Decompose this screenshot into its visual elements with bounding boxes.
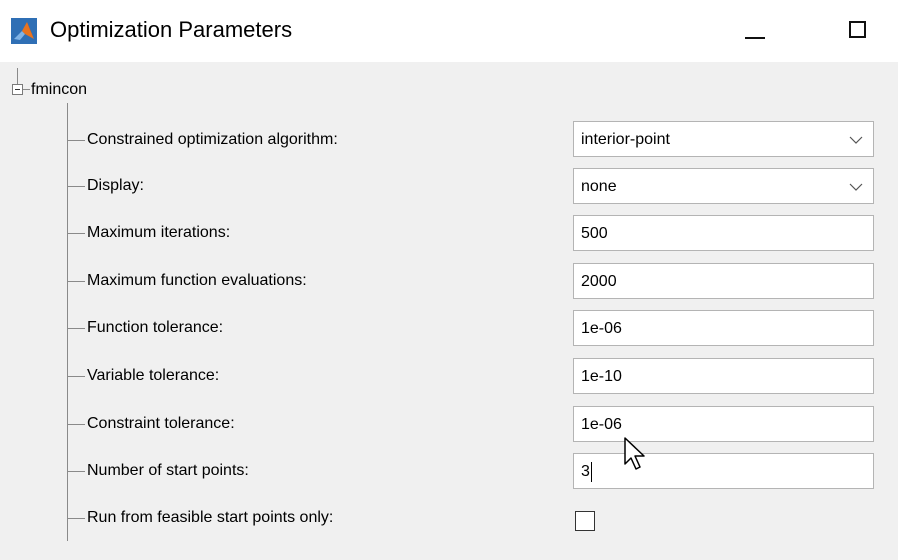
matlab-icon bbox=[11, 18, 37, 44]
max-function-evaluations-input[interactable]: 2000 bbox=[573, 263, 874, 299]
tree-branch bbox=[67, 424, 85, 425]
tree-branch bbox=[67, 518, 85, 519]
feasible-start-points-label: Run from feasible start points only: bbox=[87, 509, 334, 526]
display-select[interactable]: none bbox=[573, 168, 874, 204]
tree-branch bbox=[67, 376, 85, 377]
mouse-pointer-icon bbox=[624, 437, 645, 470]
max-function-evaluations-label: Maximum function evaluations: bbox=[87, 272, 307, 289]
tree-connector bbox=[23, 89, 30, 90]
tree-branch bbox=[67, 281, 85, 282]
function-tolerance-input[interactable]: 1e-06 bbox=[573, 310, 874, 346]
algorithm-select[interactable]: interior-point bbox=[573, 121, 874, 157]
algorithm-select-value: interior-point bbox=[581, 131, 670, 148]
algorithm-label: Constrained optimization algorithm: bbox=[87, 131, 338, 148]
tree-branch bbox=[67, 471, 85, 472]
constraint-tolerance-value: 1e-06 bbox=[581, 416, 622, 433]
tree-collapse-toggle[interactable] bbox=[12, 84, 23, 95]
start-points-input[interactable]: 3 bbox=[573, 453, 874, 489]
start-points-label: Number of start points: bbox=[87, 462, 249, 479]
tree-connector bbox=[17, 68, 18, 84]
text-caret bbox=[590, 462, 592, 482]
window-title: Optimization Parameters bbox=[50, 17, 293, 42]
display-label: Display: bbox=[87, 177, 144, 194]
maximize-button[interactable] bbox=[828, 8, 888, 56]
constraint-tolerance-label: Constraint tolerance: bbox=[87, 415, 235, 432]
variable-tolerance-input[interactable]: 1e-10 bbox=[573, 358, 874, 394]
tree-branch bbox=[67, 328, 85, 329]
tree-branch bbox=[67, 186, 85, 187]
tree-connector bbox=[67, 103, 68, 541]
chevron-down-icon bbox=[849, 183, 863, 191]
variable-tolerance-label: Variable tolerance: bbox=[87, 367, 220, 384]
tree-root-label: fmincon bbox=[31, 81, 88, 98]
minimize-button[interactable] bbox=[728, 8, 788, 56]
options-panel: fmincon Constrained optimization algorit… bbox=[0, 62, 898, 560]
constraint-tolerance-input[interactable]: 1e-06 bbox=[573, 406, 874, 442]
title-bar: Optimization Parameters bbox=[0, 0, 898, 62]
feasible-start-points-checkbox[interactable] bbox=[575, 511, 595, 531]
start-points-value: 3 bbox=[581, 462, 592, 482]
variable-tolerance-value: 1e-10 bbox=[581, 368, 622, 385]
chevron-down-icon bbox=[849, 136, 863, 144]
max-iterations-input[interactable]: 500 bbox=[573, 215, 874, 251]
function-tolerance-label: Function tolerance: bbox=[87, 319, 224, 336]
max-iterations-value: 500 bbox=[581, 225, 608, 242]
function-tolerance-value: 1e-06 bbox=[581, 320, 622, 337]
max-iterations-label: Maximum iterations: bbox=[87, 224, 231, 241]
maximize-icon bbox=[849, 21, 866, 38]
max-function-evaluations-value: 2000 bbox=[581, 273, 617, 290]
display-select-value: none bbox=[581, 178, 617, 195]
tree-branch bbox=[67, 233, 85, 234]
tree-branch bbox=[67, 140, 85, 141]
minimize-icon bbox=[745, 37, 765, 39]
